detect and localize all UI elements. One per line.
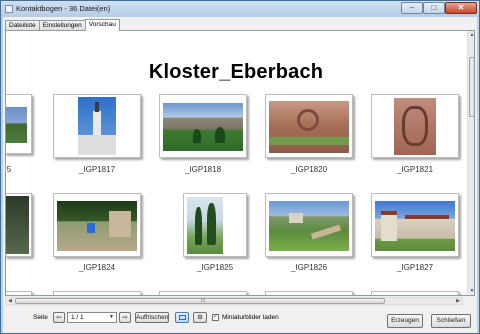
dialog-body: Dateiliste Einstellungen Vorschau Kloste…: [3, 17, 477, 333]
vertical-scrollbar[interactable]: ▲ ▼: [467, 31, 474, 295]
next-page-button[interactable]: ⇨: [119, 312, 131, 323]
monitor-icon: [178, 315, 186, 320]
thumbnail-caption: _IGP1817: [78, 165, 116, 174]
page-label: Seite: [33, 314, 48, 321]
gear-icon: ⚙: [197, 314, 203, 321]
scroll-up-icon[interactable]: ▲: [468, 31, 474, 39]
view-mode-button[interactable]: [175, 312, 189, 323]
thumbnail[interactable]: [159, 94, 247, 158]
tab-vorschau[interactable]: Vorschau: [84, 19, 120, 31]
arrow-left-icon: ⇦: [56, 314, 62, 321]
minimize-button[interactable]: –: [401, 2, 423, 14]
thumbnail-caption: _IGP1825: [196, 263, 234, 272]
refresh-button[interactable]: Auffrischen: [135, 312, 169, 323]
load-thumbnails-label[interactable]: Miniaturbilder laden: [222, 314, 279, 321]
scroll-grip: III: [201, 298, 206, 304]
thumbnail[interactable]: [6, 94, 32, 154]
horizontal-scrollbar[interactable]: ◀ III ▶: [5, 297, 463, 305]
thumbnail[interactable]: [53, 94, 141, 158]
page-select-value: 1 / 1: [71, 314, 84, 321]
photo: [187, 197, 223, 254]
preview-pane[interactable]: Kloster_Eberbach 5 _IGP1817 _IGP1818 _IG…: [5, 30, 475, 296]
page-select[interactable]: 1 / 1 ▼: [67, 312, 117, 323]
horizontal-scroll-thumb[interactable]: III: [15, 298, 385, 304]
thumbnail-caption: _IGP1824: [78, 263, 116, 272]
thumbnail[interactable]: [159, 291, 247, 295]
thumbnail[interactable]: [265, 291, 353, 295]
thumbnail[interactable]: [6, 193, 32, 257]
vertical-scroll-thumb[interactable]: [469, 57, 474, 117]
scroll-left-icon[interactable]: ◀: [6, 298, 14, 304]
thumbnail[interactable]: [265, 94, 353, 158]
load-thumbnails-checkbox[interactable]: ✓: [212, 314, 219, 321]
thumbnail-caption: _IGP1820: [290, 165, 328, 174]
thumbnail[interactable]: [6, 291, 32, 295]
contact-sheet-title: Kloster_Eberbach: [148, 61, 324, 83]
previous-page-button[interactable]: ⇦: [53, 312, 65, 323]
photo: [375, 201, 455, 251]
create-button[interactable]: Erzeugen: [387, 314, 423, 328]
thumbnail-caption: 5: [6, 165, 12, 174]
photo: [6, 196, 29, 254]
maximize-button[interactable]: □: [423, 2, 445, 14]
thumbnail-caption: _IGP1818: [184, 165, 222, 174]
thumbnail[interactable]: [265, 193, 353, 257]
thumbnail[interactable]: [53, 291, 141, 295]
window-title: Kontaktbogen - 36 Datei(en): [16, 4, 111, 13]
thumbnail[interactable]: [371, 94, 459, 158]
photo: [269, 201, 349, 251]
photo: [394, 98, 436, 155]
photo: [163, 103, 243, 151]
thumbnail-caption: _IGP1821: [396, 165, 434, 174]
photo: [57, 201, 137, 251]
thumbnail[interactable]: [183, 193, 247, 257]
title-bar[interactable]: Kontaktbogen - 36 Datei(en) – □ ✕: [1, 1, 479, 17]
arrow-right-icon: ⇨: [122, 314, 128, 321]
thumbnail-caption: _IGP1827: [396, 263, 434, 272]
thumbnail-caption: _IGP1826: [290, 263, 328, 272]
photo: [269, 101, 349, 153]
chevron-down-icon: ▼: [109, 314, 114, 320]
close-window-button[interactable]: ✕: [445, 2, 477, 14]
thumbnail[interactable]: [371, 193, 459, 257]
close-button[interactable]: Schließen: [431, 314, 471, 328]
thumbnail[interactable]: [53, 193, 141, 257]
photo: [78, 97, 116, 155]
photo: [6, 107, 27, 143]
scroll-right-icon[interactable]: ▶: [454, 298, 462, 304]
thumbnail[interactable]: [371, 291, 459, 295]
app-icon: [5, 5, 13, 13]
scroll-down-icon[interactable]: ▼: [468, 287, 474, 295]
options-button[interactable]: ⚙: [193, 312, 207, 323]
contact-sheet-window: Kontaktbogen - 36 Datei(en) – □ ✕ Dateil…: [0, 0, 480, 334]
